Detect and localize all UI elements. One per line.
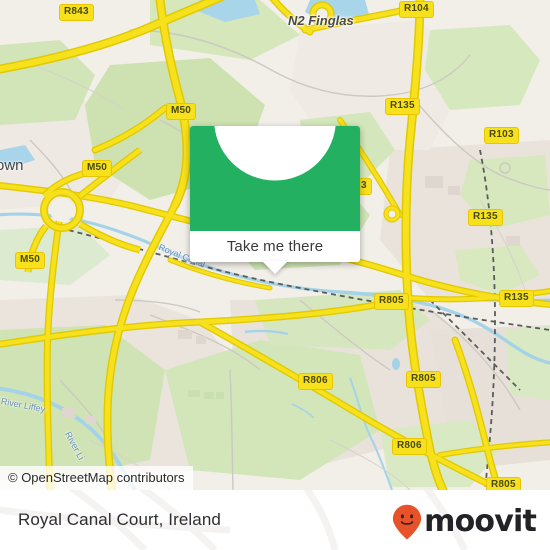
road-shield-r135-1[interactable]: R135 — [385, 98, 420, 115]
map-canvas[interactable]: own N2 Finglas Royal Canal River Liffey … — [0, 0, 550, 490]
road-shield-r805-3[interactable]: R805 — [486, 477, 521, 490]
map-label-n2-finglas: N2 Finglas — [288, 13, 354, 28]
footer-bar: Royal Canal Court, Ireland moovit — [0, 490, 550, 550]
road-shield-r843[interactable]: R843 — [59, 4, 94, 21]
road-shield-m50-1[interactable]: M50 — [166, 103, 197, 120]
road-shield-r805-2[interactable]: R805 — [406, 371, 441, 388]
road-shield-m50-2[interactable]: M50 — [82, 160, 113, 177]
callout-card[interactable]: Take me there — [190, 126, 360, 262]
moovit-smiley-pin-icon — [392, 504, 422, 540]
road-shield-r135-3[interactable]: R135 — [499, 290, 534, 307]
osm-attribution[interactable]: © OpenStreetMap contributors — [0, 466, 193, 490]
callout-header — [190, 126, 360, 231]
moovit-wordmark: moovit — [424, 504, 537, 539]
take-me-there-label: Take me there — [226, 238, 324, 255]
page-title: Royal Canal Court, Ireland — [18, 510, 221, 529]
map-screenshot: own N2 Finglas Royal Canal River Liffey … — [0, 0, 550, 550]
callout-tail — [262, 261, 288, 274]
road-shield-r806-1[interactable]: R806 — [298, 373, 333, 390]
road-shield-r104[interactable]: R104 — [399, 1, 434, 18]
map-label-town: own — [0, 157, 24, 174]
road-shield-r135-2[interactable]: R135 — [468, 209, 503, 226]
moovit-logo[interactable]: moovit — [392, 504, 537, 540]
road-shield-r805-1[interactable]: R805 — [374, 293, 409, 310]
location-callout[interactable]: Take me there — [190, 126, 360, 274]
road-shield-r806-2[interactable]: R806 — [392, 438, 427, 455]
road-shield-m50-3[interactable]: M50 — [15, 252, 46, 269]
road-shield-r103[interactable]: R103 — [484, 127, 519, 144]
